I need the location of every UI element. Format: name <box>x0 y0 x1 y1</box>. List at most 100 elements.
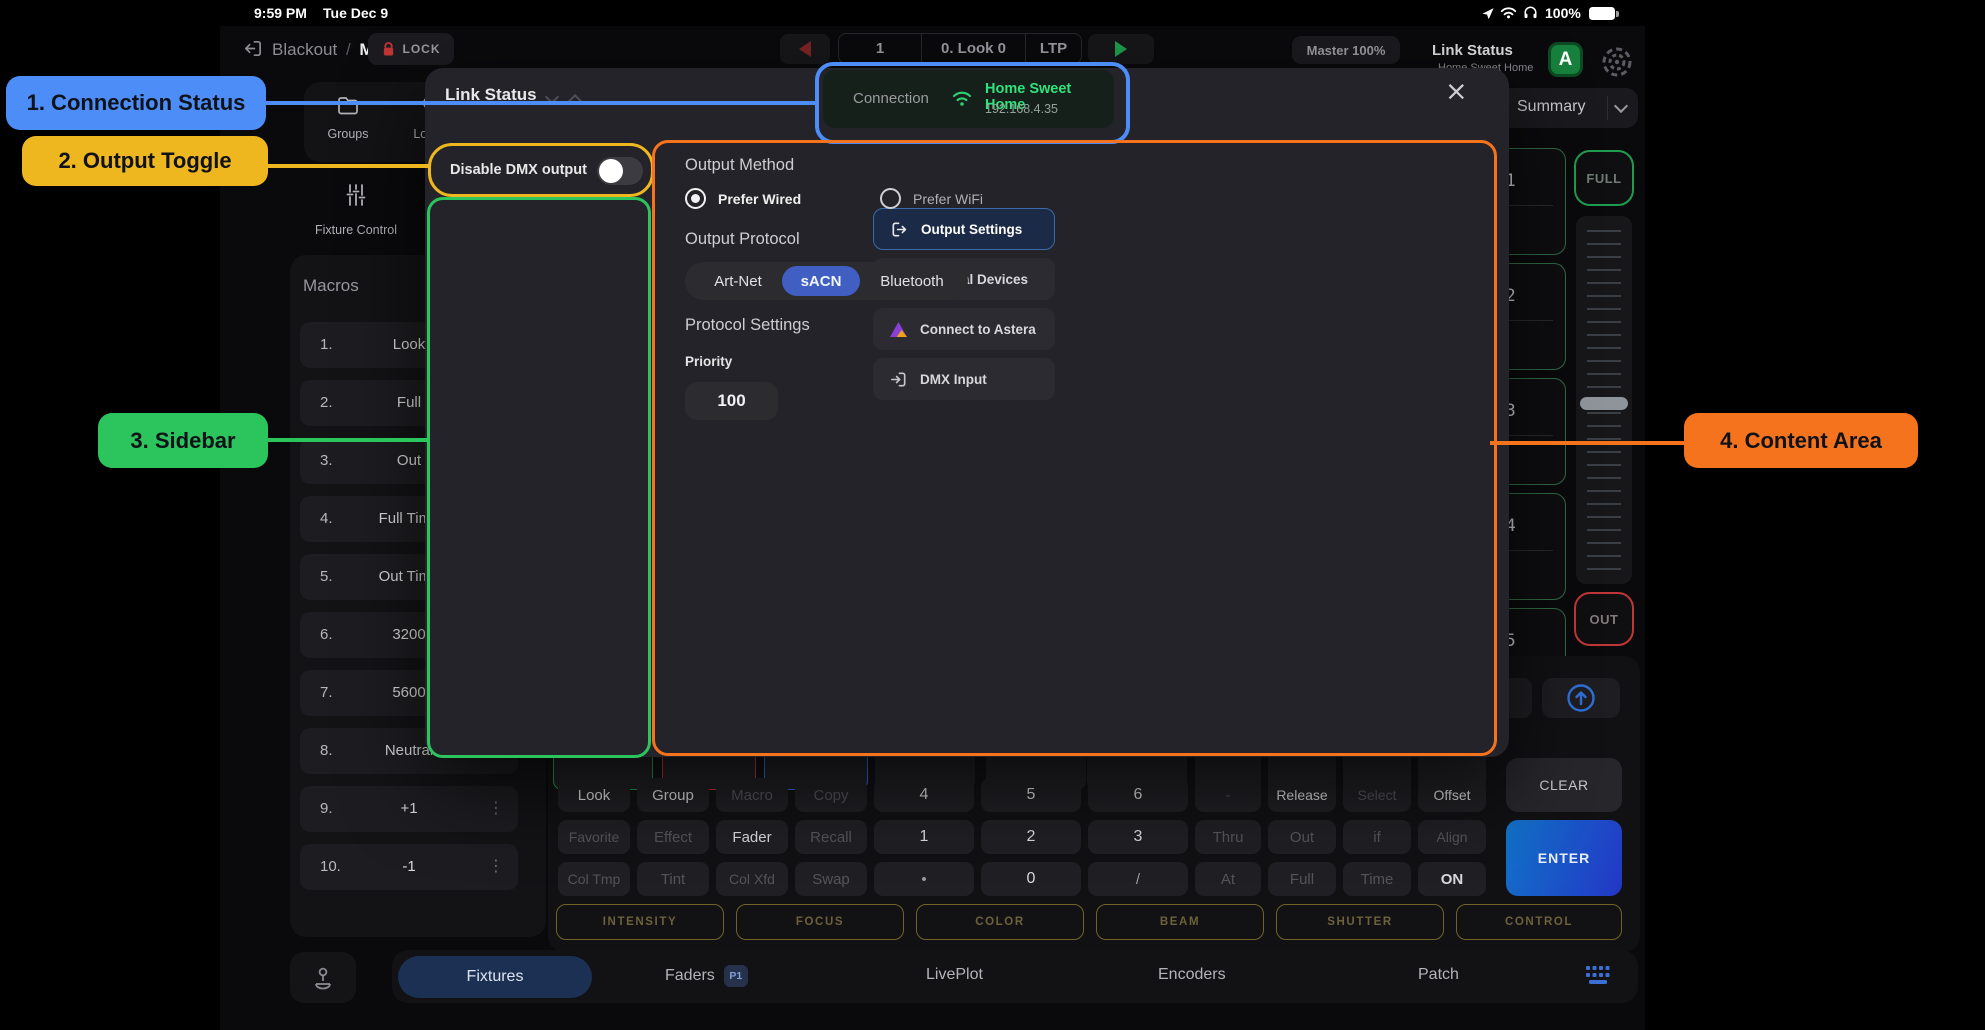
attr-intensity-button[interactable]: INTENSITY <box>556 904 724 940</box>
tab-faders[interactable]: Faders P1 <box>665 963 748 989</box>
reverse-icon <box>799 41 811 57</box>
master-fader-handle[interactable] <box>1580 397 1628 410</box>
playback-back-button[interactable] <box>780 34 830 64</box>
annotation-line-connection <box>262 101 817 105</box>
connection-status[interactable]: Connection Home Sweet Home 192.168.4.35 <box>823 70 1114 128</box>
tab-encoders[interactable]: Encoders <box>1158 966 1226 984</box>
key-col-xfd[interactable]: Col Xfd <box>716 862 788 896</box>
key-5[interactable]: 5 <box>981 778 1081 812</box>
key-favorite[interactable]: Favorite <box>558 820 630 854</box>
groups-label: Groups <box>318 127 378 141</box>
radar-icon[interactable] <box>1600 45 1634 79</box>
key-full[interactable]: Full <box>1268 862 1336 896</box>
playback-cue-bar[interactable]: 1 0. Look 0 LTP <box>838 33 1082 64</box>
key-align[interactable]: Align <box>1418 820 1486 854</box>
avatar[interactable]: A <box>1548 42 1583 77</box>
exit-show-icon[interactable] <box>242 38 263 59</box>
annotation-pill-sidebar: 3. Sidebar <box>98 413 268 468</box>
key-release[interactable]: Release <box>1268 778 1336 812</box>
lock-button[interactable]: LOCK <box>368 33 454 65</box>
modal-close-button[interactable]: × <box>1445 76 1468 107</box>
enter-button[interactable]: ENTER <box>1506 820 1622 896</box>
clear-button[interactable]: CLEAR <box>1506 758 1622 812</box>
attr-focus-button[interactable]: FOCUS <box>736 904 904 940</box>
radio-prefer-wired[interactable]: Prefer Wired <box>685 188 801 209</box>
key-recall[interactable]: Recall <box>795 820 867 854</box>
key-on[interactable]: ON <box>1418 862 1486 896</box>
protocol-artnet[interactable]: Art-Net <box>699 262 777 300</box>
key-3[interactable]: 3 <box>1088 820 1188 854</box>
tab-patch[interactable]: Patch <box>1418 966 1459 984</box>
tab-faders-label: Faders <box>665 967 715 985</box>
key-0[interactable]: 0 <box>981 862 1081 896</box>
key-select[interactable]: Select <box>1343 778 1411 812</box>
key-group[interactable]: Group <box>637 778 709 812</box>
priority-input[interactable]: 100 <box>685 382 778 420</box>
sidebar-item-dmx-input[interactable]: DMX Input <box>873 358 1055 400</box>
macro-row[interactable]: 10.-1⋮ <box>300 844 518 890</box>
joystick-icon <box>310 965 336 991</box>
key-copy[interactable]: Copy <box>795 778 867 812</box>
playback-go-button[interactable] <box>1088 34 1154 64</box>
link-status-title[interactable]: Link Status <box>1432 42 1513 59</box>
shift-button[interactable] <box>1542 678 1620 718</box>
fader-out-button[interactable]: OUT <box>1574 592 1634 646</box>
key-macro[interactable]: Macro <box>716 778 788 812</box>
keypad-grid-icon[interactable] <box>1584 963 1612 989</box>
attr-color-button[interactable]: COLOR <box>916 904 1084 940</box>
master-button[interactable]: Master 100% <box>1292 36 1400 64</box>
macro-row[interactable]: 9.+1⋮ <box>300 786 518 832</box>
key-1[interactable]: 1 <box>874 820 974 854</box>
tab-fixtures[interactable]: Fixtures <box>398 956 592 998</box>
key-if[interactable]: if <box>1343 820 1411 854</box>
key-dot[interactable]: • <box>874 862 974 896</box>
key-2[interactable]: 2 <box>981 820 1081 854</box>
key-minus[interactable]: - <box>1195 778 1261 812</box>
master-fader-track[interactable] <box>1576 216 1632 584</box>
key-6[interactable]: 6 <box>1088 778 1188 812</box>
sidebar-item-connect-astera[interactable]: Connect to Astera <box>873 308 1055 350</box>
fader-full-button[interactable]: FULL <box>1574 150 1634 206</box>
protocol-bluetooth[interactable]: Bluetooth <box>866 262 958 300</box>
screenshot-root: 9:59 PM Tue Dec 9 100% Blackout / Manual… <box>0 0 1985 1030</box>
lock-label: LOCK <box>403 42 441 56</box>
cue-label[interactable]: 0. Look 0 <box>922 34 1026 63</box>
astera-logo-icon <box>889 321 908 338</box>
key-thru[interactable]: Thru <box>1195 820 1261 854</box>
groups-tab[interactable]: Groups <box>318 90 378 156</box>
attr-shutter-button[interactable]: SHUTTER <box>1276 904 1444 940</box>
key-fader[interactable]: Fader <box>716 820 788 854</box>
tab-liveplot[interactable]: LivePlot <box>926 966 983 984</box>
summary-dropdown[interactable]: Summary <box>1495 88 1638 128</box>
dmx-toggle-switch[interactable] <box>597 157 643 185</box>
dmx-toggle-row[interactable]: Disable DMX output <box>437 148 649 192</box>
key-look[interactable]: Look <box>558 778 630 812</box>
fixture-control-button[interactable]: Fixture Control <box>296 182 416 246</box>
key-effect[interactable]: Effect <box>637 820 709 854</box>
key-tint[interactable]: Tint <box>637 862 709 896</box>
arrow-up-circle-icon <box>1566 683 1596 713</box>
cue-mode[interactable]: LTP <box>1026 34 1081 63</box>
output-method-heading: Output Method <box>685 156 794 175</box>
attr-control-button[interactable]: CONTROL <box>1456 904 1622 940</box>
breadcrumb-separator: / <box>346 40 351 59</box>
key-col-tmp[interactable]: Col Tmp <box>558 862 630 896</box>
key-at[interactable]: At <box>1195 862 1261 896</box>
macro-menu-icon[interactable]: ⋮ <box>488 856 504 875</box>
sidebar-item-output-settings[interactable]: Output Settings <box>873 208 1055 250</box>
lock-icon <box>382 42 395 57</box>
attr-beam-button[interactable]: BEAM <box>1096 904 1264 940</box>
protocol-sacn[interactable]: sACN <box>782 266 860 296</box>
key-swap[interactable]: Swap <box>795 862 867 896</box>
key-out[interactable]: Out <box>1268 820 1336 854</box>
key-offset[interactable]: Offset <box>1418 778 1486 812</box>
joystick-button[interactable] <box>290 952 356 1003</box>
key-time[interactable]: Time <box>1343 862 1411 896</box>
key-4[interactable]: 4 <box>874 778 974 812</box>
location-icon <box>1481 6 1495 20</box>
macro-menu-icon[interactable]: ⋮ <box>488 798 504 817</box>
radio-unselected-icon <box>880 188 901 209</box>
cue-column[interactable]: 1 <box>839 34 922 63</box>
radio-prefer-wifi[interactable]: Prefer WiFi <box>880 188 983 209</box>
key-slash[interactable]: / <box>1088 862 1188 896</box>
